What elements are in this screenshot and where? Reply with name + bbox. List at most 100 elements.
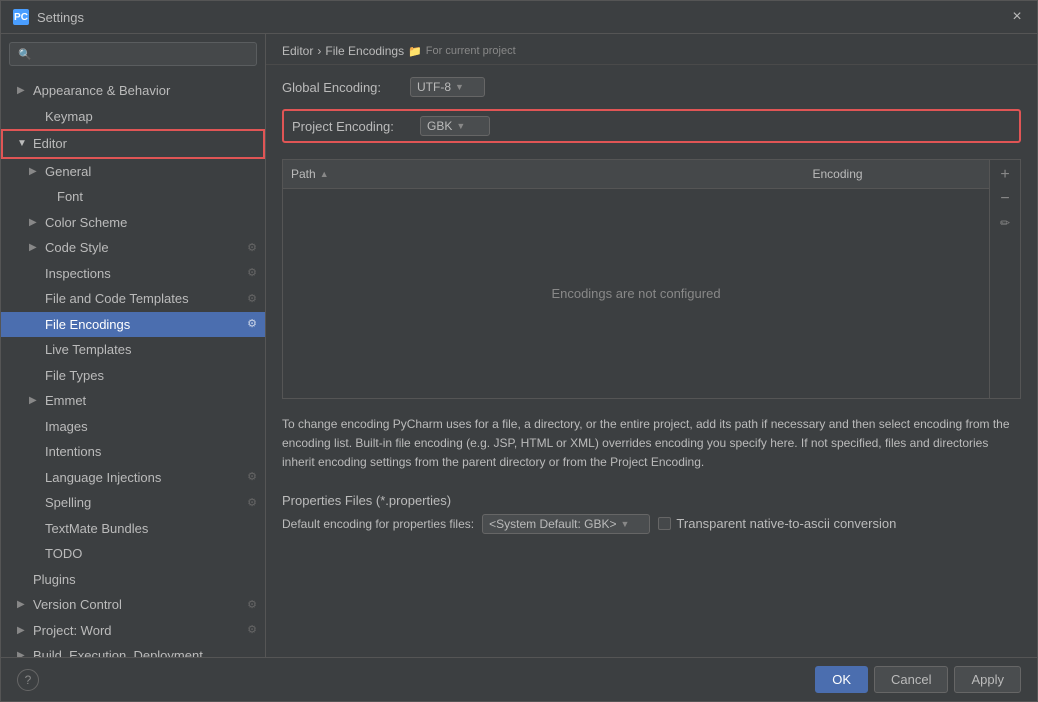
sidebar-item-livetemplates[interactable]: ▶ Live Templates: [1, 337, 265, 363]
settings-icon: ⚙: [247, 316, 257, 333]
sidebar-item-label: TextMate Bundles: [45, 519, 148, 539]
project-encoding-dropdown[interactable]: GBK ▼: [420, 116, 490, 136]
empty-message: Encodings are not configured: [551, 286, 720, 301]
sidebar-item-filetypes[interactable]: ▶ File Types: [1, 363, 265, 389]
settings-window: PC Settings × 🔍 ▶ Appearance & Behavior …: [0, 0, 1038, 702]
close-button[interactable]: ×: [1009, 9, 1025, 25]
sidebar-item-label: General: [45, 162, 91, 182]
table-body: Encodings are not configured: [283, 189, 989, 398]
apply-button[interactable]: Apply: [954, 666, 1021, 693]
expand-arrow: ▶: [17, 648, 29, 657]
sidebar-item-label: TODO: [45, 544, 82, 564]
transparent-label: Transparent native-to-ascii conversion: [676, 516, 896, 531]
global-encoding-dropdown[interactable]: UTF-8 ▼: [410, 77, 485, 97]
sidebar-item-font[interactable]: ▶ Font: [1, 184, 265, 210]
search-input[interactable]: [38, 47, 248, 61]
sidebar-item-todo[interactable]: ▶ TODO: [1, 541, 265, 567]
settings-icon: ⚙: [247, 622, 257, 639]
expand-arrow: ▶: [17, 83, 29, 98]
remove-row-button[interactable]: −: [994, 188, 1016, 210]
search-icon: 🔍: [18, 48, 32, 61]
transparent-checkbox-label[interactable]: Transparent native-to-ascii conversion: [658, 516, 896, 531]
sidebar-item-label: Editor: [33, 134, 67, 154]
main-panel: Editor › File Encodings 📁 For current pr…: [266, 34, 1037, 657]
global-encoding-label: Global Encoding:: [282, 80, 402, 95]
sidebar-item-label: Language Injections: [45, 468, 161, 488]
project-encoding-value: GBK: [427, 119, 452, 133]
sidebar-item-versioncontrol[interactable]: ▶ Version Control ⚙: [1, 592, 265, 618]
dropdown-arrow-icon: ▼: [456, 121, 465, 131]
sidebar-item-general[interactable]: ▶ General: [1, 159, 265, 185]
table-header: Path Encoding: [283, 160, 989, 189]
properties-encoding-value: <System Default: GBK>: [489, 517, 616, 531]
sidebar-item-colorscheme[interactable]: ▶ Color Scheme: [1, 210, 265, 236]
expand-arrow: ▶: [17, 597, 29, 612]
sidebar-item-label: Plugins: [33, 570, 76, 590]
sidebar-item-emmet[interactable]: ▶ Emmet: [1, 388, 265, 414]
sidebar-item-buildexecution[interactable]: ▶ Build, Execution, Deployment: [1, 643, 265, 657]
breadcrumb-separator: ›: [317, 44, 321, 58]
transparent-checkbox[interactable]: [658, 517, 671, 530]
properties-section: Properties Files (*.properties) Default …: [282, 493, 1021, 534]
sidebar-item-label: Project: Word: [33, 621, 112, 641]
sidebar-item-filecodetemplates[interactable]: ▶ File and Code Templates ⚙: [1, 286, 265, 312]
sidebar-item-label: Keymap: [45, 107, 93, 127]
help-button[interactable]: ?: [17, 669, 39, 691]
table-actions: + − ✏: [989, 160, 1020, 398]
sidebar-item-label: File Encodings: [45, 315, 130, 335]
file-encodings-content: Global Encoding: UTF-8 ▼ Project Encodin…: [266, 65, 1037, 657]
sidebar-item-label: File and Code Templates: [45, 289, 189, 309]
global-encoding-value: UTF-8: [417, 80, 451, 94]
settings-icon: ⚙: [247, 291, 257, 308]
sidebar-item-languageinjections[interactable]: ▶ Language Injections ⚙: [1, 465, 265, 491]
sidebar-item-plugins[interactable]: ▶ Plugins: [1, 567, 265, 593]
path-column-header[interactable]: Path: [283, 164, 805, 184]
encoding-header-label: Encoding: [813, 167, 863, 181]
title-bar-left: PC Settings: [13, 9, 84, 25]
global-encoding-row: Global Encoding: UTF-8 ▼: [282, 77, 1021, 97]
sidebar-item-label: Live Templates: [45, 340, 131, 360]
properties-encoding-dropdown[interactable]: <System Default: GBK> ▼: [482, 514, 650, 534]
sidebar-item-label: File Types: [45, 366, 104, 386]
sidebar-item-appearance[interactable]: ▶ Appearance & Behavior: [1, 78, 265, 104]
ok-button[interactable]: OK: [815, 666, 868, 693]
sidebar-item-label: Spelling: [45, 493, 91, 513]
edit-row-button[interactable]: ✏: [994, 212, 1016, 234]
sidebar-item-spelling[interactable]: ▶ Spelling ⚙: [1, 490, 265, 516]
settings-icon: ⚙: [247, 265, 257, 282]
project-encoding-box: Project Encoding: GBK ▼: [282, 109, 1021, 143]
sidebar-item-codestyle[interactable]: ▶ Code Style ⚙: [1, 235, 265, 261]
sidebar-item-intentions[interactable]: ▶ Intentions: [1, 439, 265, 465]
title-bar: PC Settings ×: [1, 1, 1037, 34]
sidebar-item-label: Font: [57, 187, 83, 207]
sidebar-item-textmatebundles[interactable]: ▶ TextMate Bundles: [1, 516, 265, 542]
sidebar-item-projectword[interactable]: ▶ Project: Word ⚙: [1, 618, 265, 644]
expand-arrow: ▶: [29, 393, 41, 408]
sidebar-item-label: Build, Execution, Deployment: [33, 646, 203, 657]
breadcrumb: Editor › File Encodings 📁 For current pr…: [266, 34, 1037, 65]
dropdown-arrow-icon: ▼: [621, 519, 630, 529]
add-row-button[interactable]: +: [994, 164, 1016, 186]
info-text: To change encoding PyCharm uses for a fi…: [282, 415, 1021, 473]
dropdown-arrow-icon: ▼: [455, 82, 464, 92]
expand-arrow: ▶: [17, 623, 29, 638]
default-encoding-label: Default encoding for properties files:: [282, 517, 474, 531]
action-buttons: OK Cancel Apply: [815, 666, 1021, 693]
sidebar-item-images[interactable]: ▶ Images: [1, 414, 265, 440]
table-main: Path Encoding Encodings are not configur…: [283, 160, 989, 398]
project-tag: For current project: [426, 45, 516, 57]
search-box[interactable]: 🔍: [9, 42, 257, 66]
folder-icon: 📁: [408, 45, 422, 58]
bottom-bar: ? OK Cancel Apply: [1, 657, 1037, 701]
sidebar-item-fileencodings[interactable]: ▶ File Encodings ⚙: [1, 312, 265, 338]
cancel-button[interactable]: Cancel: [874, 666, 948, 693]
sidebar-item-label: Code Style: [45, 238, 109, 258]
encoding-column-header[interactable]: Encoding: [805, 164, 990, 184]
sidebar-item-inspections[interactable]: ▶ Inspections ⚙: [1, 261, 265, 287]
sidebar-item-label: Images: [45, 417, 88, 437]
sidebar-item-keymap[interactable]: ▶ Keymap: [1, 104, 265, 130]
expand-arrow: ▼: [17, 136, 29, 151]
sidebar-item-label: Intentions: [45, 442, 101, 462]
properties-row: Default encoding for properties files: <…: [282, 514, 1021, 534]
sidebar-item-editor[interactable]: ▼ Editor: [1, 129, 265, 159]
